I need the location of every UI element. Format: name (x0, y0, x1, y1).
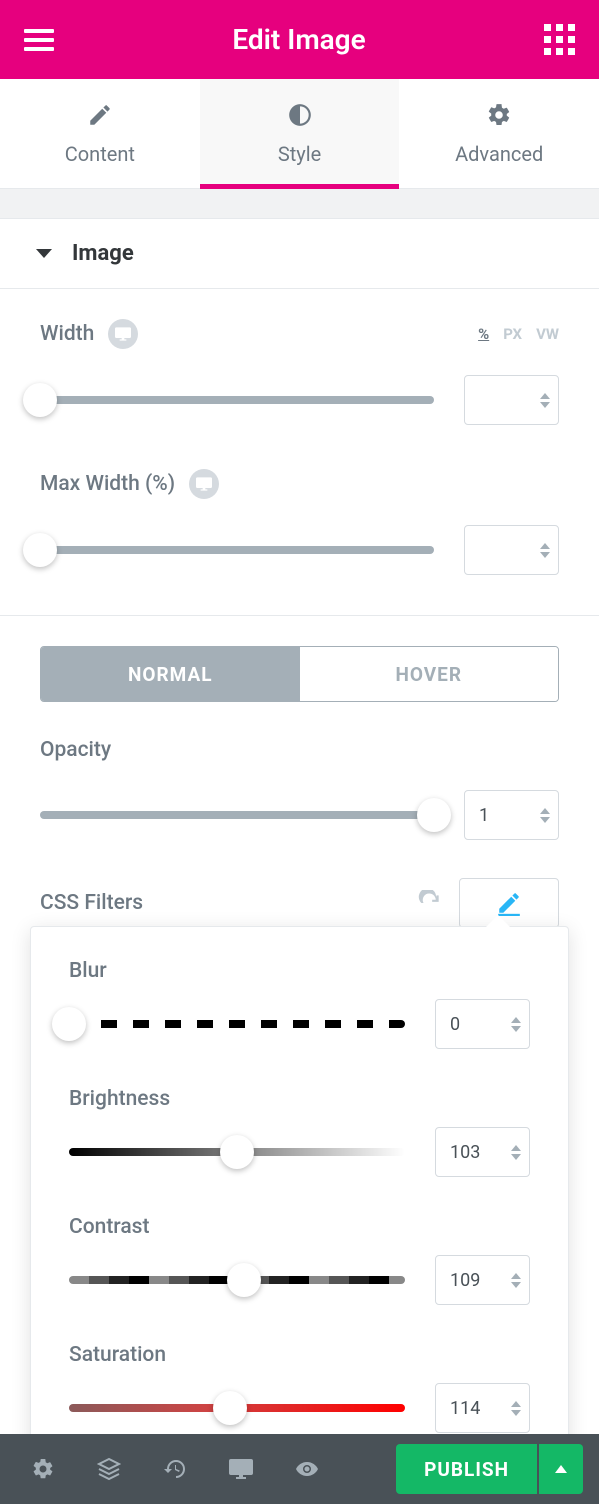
width-label: Width (40, 322, 94, 346)
saturation-slider[interactable] (69, 1404, 405, 1412)
page-title: Edit Image (232, 23, 365, 56)
section-header-image[interactable]: Image (0, 219, 599, 289)
section-title: Image (72, 241, 134, 266)
history-icon[interactable] (148, 1442, 202, 1496)
width-input[interactable] (464, 375, 559, 425)
opacity-input[interactable]: 1 (464, 790, 559, 840)
state-body: NORMAL HOVER Opacity 1 CSS Filters (0, 616, 599, 958)
saturation-input[interactable]: 114 (435, 1383, 530, 1433)
css-filters-label: CSS Filters (40, 891, 143, 915)
control-saturation: Saturation 114 (69, 1343, 530, 1433)
pencil-icon (87, 102, 113, 128)
brightness-label: Brightness (69, 1087, 530, 1111)
state-hover[interactable]: HOVER (300, 647, 559, 701)
gear-icon (486, 102, 512, 128)
brightness-slider[interactable] (69, 1148, 405, 1156)
tabs: Content Style Advanced (0, 79, 599, 189)
opacity-label: Opacity (40, 738, 559, 762)
unit-percent[interactable]: % (478, 325, 489, 343)
tab-style-label: Style (278, 142, 321, 166)
tab-advanced-label: Advanced (455, 142, 543, 166)
brightness-input[interactable]: 103 (435, 1127, 530, 1177)
css-filters-row: CSS Filters (40, 878, 559, 928)
max-width-slider[interactable] (40, 546, 434, 554)
control-brightness: Brightness 103 (69, 1087, 530, 1177)
responsive-icon[interactable] (189, 469, 219, 499)
css-filters-popover: Blur 0 Brightness 103 Contrast 109 Satur… (30, 926, 569, 1484)
blur-label: Blur (69, 959, 530, 983)
blur-slider[interactable] (69, 1020, 405, 1028)
blur-input[interactable]: 0 (435, 999, 530, 1049)
contrast-label: Contrast (69, 1215, 530, 1239)
caret-down-icon (36, 249, 52, 258)
contrast-icon (287, 102, 313, 128)
header: Edit Image (0, 0, 599, 79)
apps-icon[interactable] (544, 24, 575, 55)
state-normal[interactable]: NORMAL (41, 647, 300, 701)
control-width: Width % PX VW (40, 319, 559, 425)
contrast-input[interactable]: 109 (435, 1255, 530, 1305)
control-contrast: Contrast 109 (69, 1215, 530, 1305)
settings-icon[interactable] (16, 1442, 70, 1496)
tab-content[interactable]: Content (0, 79, 200, 188)
unit-vw[interactable]: VW (536, 325, 559, 343)
width-slider[interactable] (40, 396, 434, 404)
publish-group: PUBLISH (396, 1444, 583, 1494)
caret-up-icon (555, 1465, 567, 1473)
tab-content-label: Content (65, 142, 135, 166)
footer: PUBLISH (0, 1434, 599, 1504)
control-max-width: Max Width (%) (40, 469, 559, 575)
control-blur: Blur 0 (69, 959, 530, 1049)
spacer (0, 189, 599, 219)
tab-style[interactable]: Style (200, 79, 400, 188)
max-width-input[interactable] (464, 525, 559, 575)
unit-switch: % PX VW (478, 325, 559, 343)
opacity-slider[interactable] (40, 811, 434, 819)
unit-px[interactable]: PX (503, 325, 522, 343)
preview-icon[interactable] (280, 1442, 334, 1496)
responsive-mode-icon[interactable] (214, 1442, 268, 1496)
section-body: Width % PX VW Max Width (%) (0, 289, 599, 616)
navigator-icon[interactable] (82, 1442, 136, 1496)
max-width-label: Max Width (%) (40, 472, 175, 496)
responsive-icon[interactable] (108, 319, 138, 349)
control-opacity: Opacity 1 (40, 738, 559, 840)
state-toggle: NORMAL HOVER (40, 646, 559, 702)
contrast-slider[interactable] (69, 1276, 405, 1284)
reset-icon[interactable] (417, 890, 443, 916)
publish-dropdown[interactable] (539, 1444, 583, 1494)
tab-advanced[interactable]: Advanced (399, 79, 599, 188)
publish-button[interactable]: PUBLISH (396, 1444, 537, 1494)
saturation-label: Saturation (69, 1343, 530, 1367)
menu-icon[interactable] (24, 29, 54, 51)
